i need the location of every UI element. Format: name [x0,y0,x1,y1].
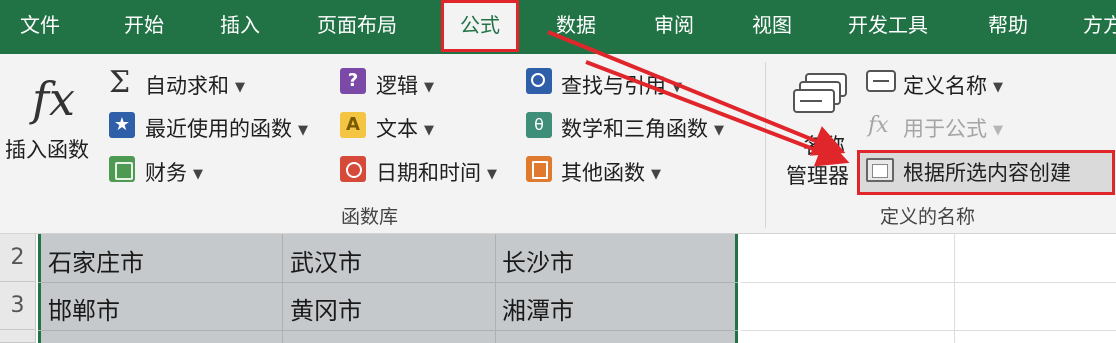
define-name-button[interactable]: 定义名称 ▼ [903,70,1003,100]
math-trig-button[interactable]: 数学和三角函数 ▼ [561,113,724,143]
chevron-down-icon: ▼ [993,122,1003,138]
autosum-icon: Σ [109,65,131,100]
chevron-down-icon: ▼ [298,122,308,138]
insert-function-button[interactable]: 插入函数 [5,134,89,164]
text-functions-button[interactable]: 文本 ▼ [376,113,434,143]
text-icon: A [340,112,366,138]
cell-border [38,330,738,331]
lookup-icon [526,68,552,94]
grid-cell[interactable]: 邯郸市 [48,291,120,326]
tab-fangfang[interactable]: 方方 [1083,0,1116,54]
lookup-label: 查找与引用 [561,74,666,98]
chevron-down-icon: ▼ [193,166,203,182]
cell-border [741,330,1116,331]
row-header[interactable]: 2 [0,234,36,282]
create-from-selection-label: 根据所选内容创建 [903,161,1071,185]
math-icon: θ [526,112,552,138]
tab-data[interactable]: 数据 [556,0,596,54]
clock-icon [340,156,366,182]
grid-cell[interactable]: 石家庄市 [48,243,144,278]
use-in-formula-label: 用于公式 [903,117,987,141]
chevron-down-icon: ▼ [424,122,434,138]
row-header[interactable]: 3 [0,282,36,330]
book-icon [526,156,552,182]
math-trig-label: 数学和三角函数 [561,117,708,141]
tab-formulas[interactable]: 公式 [441,0,519,52]
more-functions-button[interactable]: 其他函数 ▼ [561,157,661,187]
use-in-formula-icon: fx [868,113,889,138]
autosum-label: 自动求和 [145,74,229,98]
tab-file[interactable]: 文件 [20,0,60,54]
tab-page-layout[interactable]: 页面布局 [317,0,397,54]
logical-label: 逻辑 [376,74,418,98]
chevron-down-icon: ▼ [424,79,434,95]
more-functions-label: 其他函数 [561,161,645,185]
define-name-label: 定义名称 [903,74,987,98]
ribbon-tab-bar: 文件 开始 插入 页面布局 公式 数据 审阅 视图 开发工具 帮助 方方 [0,0,1116,54]
cell-border [954,234,955,343]
grid-cell[interactable]: 长沙市 [502,243,574,278]
tab-insert[interactable]: 插入 [220,0,260,54]
recent-functions-label: 最近使用的函数 [145,117,292,141]
group-divider [765,62,766,228]
insert-function-icon[interactable]: fx [32,72,75,126]
tab-review[interactable]: 审阅 [654,0,694,54]
cell-border [741,282,1116,283]
datetime-button[interactable]: 日期和时间 ▼ [376,157,497,187]
name-manager-button[interactable]: 管理器 [786,160,849,190]
autosum-button[interactable]: 自动求和 ▼ [145,70,245,100]
lookup-button[interactable]: 查找与引用 ▼ [561,70,682,100]
text-functions-label: 文本 [376,117,418,141]
financial-label: 财务 [145,161,187,185]
tab-view[interactable]: 视图 [752,0,792,54]
chevron-down-icon: ▼ [487,166,497,182]
grid-cell[interactable]: 湘潭市 [502,291,574,326]
worksheet-grid: 2 3 石家庄市 武汉市 长沙市 邯郸市 黄冈市 湘潭市 [0,234,1116,343]
cell-border [38,282,738,283]
logical-icon: ? [340,68,366,94]
use-in-formula-button[interactable]: 用于公式 ▼ [903,113,1003,143]
chevron-down-icon: ▼ [651,166,661,182]
name-manager-label-1[interactable]: 名称 [803,130,845,160]
chevron-down-icon: ▼ [235,79,245,95]
financial-button[interactable]: 财务 ▼ [145,157,203,187]
grid-cell[interactable]: 武汉市 [290,243,362,278]
define-name-icon [866,70,896,92]
group-label-function-library: 函数库 [341,206,399,228]
tab-developer[interactable]: 开发工具 [848,0,928,54]
chevron-down-icon: ▼ [993,79,1003,95]
group-label-defined-names: 定义的名称 [880,206,976,228]
cell-border [282,234,283,343]
grid-cell[interactable]: 黄冈市 [290,291,362,326]
financial-icon [109,156,135,182]
ribbon-formulas: fx 插入函数 Σ 自动求和 ▼ ★ 最近使用的函数 ▼ 财务 ▼ ? 逻辑 ▼ A 文… [0,54,1116,234]
create-from-selection-icon [866,158,894,182]
tab-home[interactable]: 开始 [124,0,164,54]
row-header[interactable] [0,330,36,343]
chevron-down-icon: ▼ [714,122,724,138]
tab-help[interactable]: 帮助 [988,0,1028,54]
name-manager-icon [793,73,847,113]
chevron-down-icon: ▼ [672,79,682,95]
cell-border [495,234,496,343]
recent-functions-button[interactable]: 最近使用的函数 ▼ [145,113,308,143]
logical-button[interactable]: 逻辑 ▼ [376,70,434,100]
datetime-label: 日期和时间 [376,161,481,185]
star-icon: ★ [109,112,135,138]
